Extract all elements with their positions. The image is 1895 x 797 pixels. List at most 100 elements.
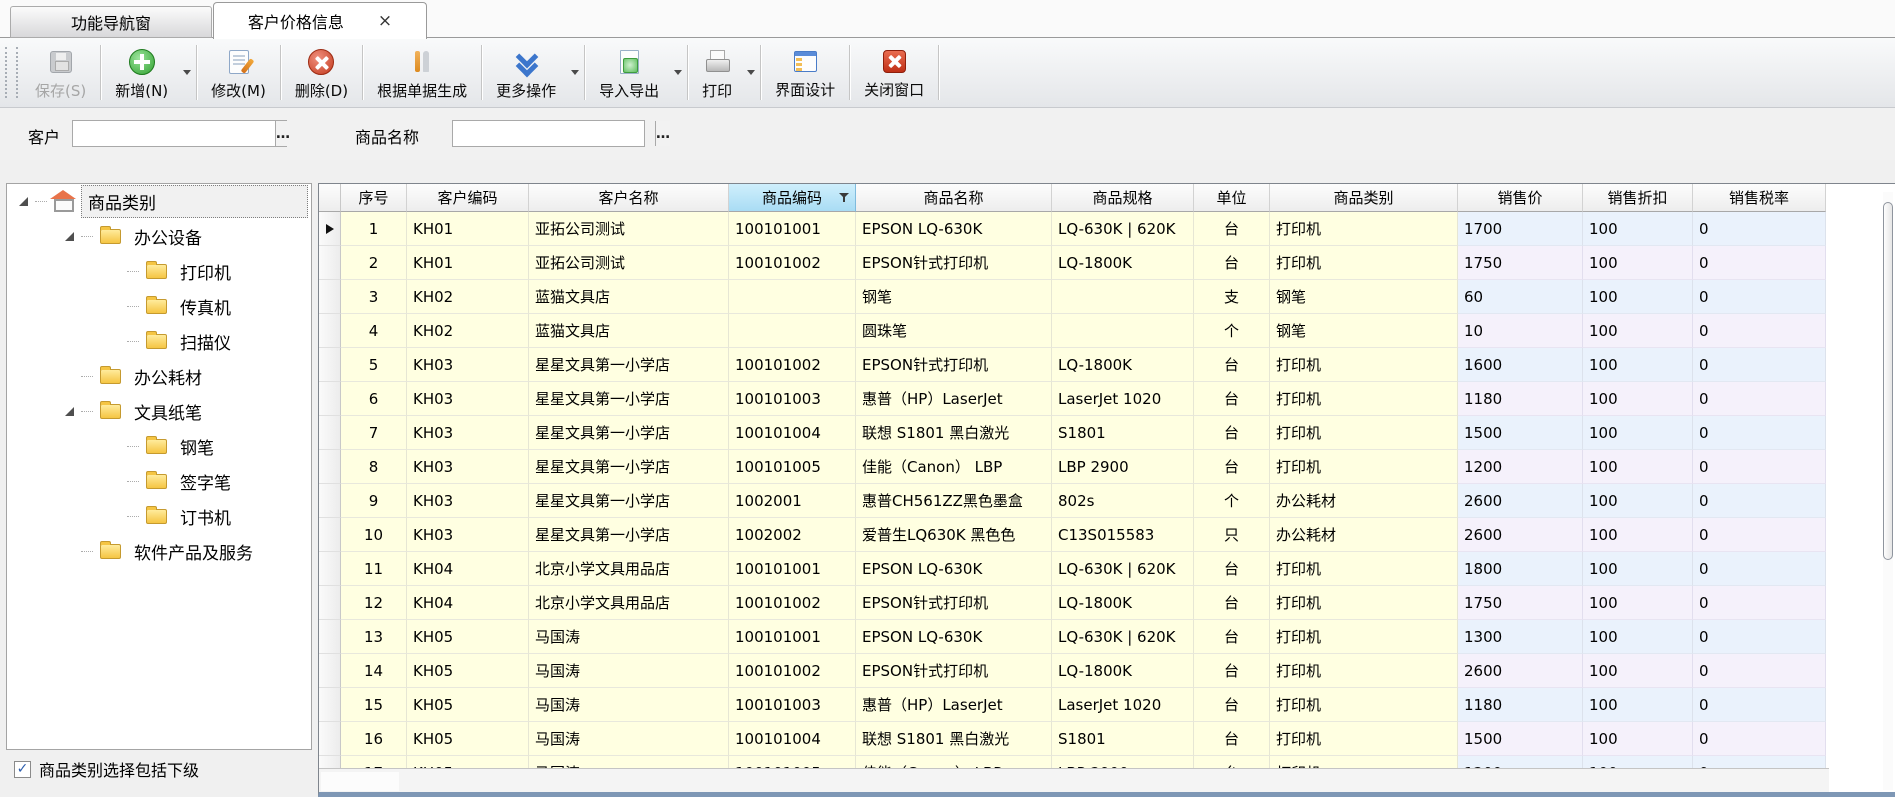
cell-unit[interactable]: 台 xyxy=(1194,212,1270,246)
cell-unit[interactable]: 台 xyxy=(1194,756,1270,768)
column-header-seq[interactable]: 序号 xyxy=(341,184,407,212)
cell-cust_name[interactable]: 北京小学文具用品店 xyxy=(529,552,729,586)
toolbar-button-delete[interactable]: 删除(D) xyxy=(282,41,361,105)
cell-prod_name[interactable]: EPSON LQ-630K xyxy=(856,212,1052,246)
cell-seq[interactable]: 5 xyxy=(341,348,407,382)
product-lookup-button[interactable]: … xyxy=(655,121,670,146)
toolbar-button-add[interactable]: 新增(N) xyxy=(102,41,181,105)
cell-spec[interactable]: LBP 2900 xyxy=(1052,450,1194,484)
cell-price[interactable]: 2600 xyxy=(1458,654,1583,688)
column-header-spec[interactable]: 商品规格 xyxy=(1052,184,1194,212)
cell-unit[interactable]: 台 xyxy=(1194,620,1270,654)
cell-category[interactable]: 钢笔 xyxy=(1270,314,1458,348)
table-row[interactable]: 16KH05马国涛100101004联想 S1801 黑白激光S1801台打印机… xyxy=(319,722,1826,756)
cell-unit[interactable]: 台 xyxy=(1194,722,1270,756)
table-row[interactable]: 4KH02蓝猫文具店圆珠笔个钢笔101000 xyxy=(319,314,1826,348)
cell-category[interactable]: 打印机 xyxy=(1270,586,1458,620)
cell-tax[interactable]: 0 xyxy=(1693,654,1826,688)
cell-tax[interactable]: 0 xyxy=(1693,688,1826,722)
cell-prod_code[interactable]: 1002002 xyxy=(729,518,856,552)
cell-category[interactable]: 打印机 xyxy=(1270,246,1458,280)
cell-cust_name[interactable]: 亚拓公司测试 xyxy=(529,212,729,246)
cell-cust_name[interactable]: 星星文具第一小学店 xyxy=(529,382,729,416)
cell-seq[interactable]: 3 xyxy=(341,280,407,314)
cell-cust_name[interactable]: 星星文具第一小学店 xyxy=(529,450,729,484)
product-name-input[interactable] xyxy=(453,121,655,146)
cell-price[interactable]: 60 xyxy=(1458,280,1583,314)
cell-cust_code[interactable]: KH01 xyxy=(407,212,529,246)
cell-tax[interactable]: 0 xyxy=(1693,586,1826,620)
cell-seq[interactable]: 8 xyxy=(341,450,407,484)
cell-tax[interactable]: 0 xyxy=(1693,416,1826,450)
cell-price[interactable]: 1700 xyxy=(1458,212,1583,246)
cell-prod_code[interactable]: 100101001 xyxy=(729,620,856,654)
cell-seq[interactable]: 10 xyxy=(341,518,407,552)
filter-icon[interactable] xyxy=(839,193,850,203)
cell-cust_code[interactable]: KH05 xyxy=(407,654,529,688)
column-header-prod_name[interactable]: 商品名称 xyxy=(856,184,1052,212)
cell-seq[interactable]: 1 xyxy=(341,212,407,246)
table-row[interactable]: 1KH01亚拓公司测试100101001EPSON LQ-630KLQ-630K… xyxy=(319,212,1826,246)
cell-seq[interactable]: 9 xyxy=(341,484,407,518)
cell-seq[interactable]: 16 xyxy=(341,722,407,756)
cell-prod_name[interactable]: 圆珠笔 xyxy=(856,314,1052,348)
cell-unit[interactable]: 台 xyxy=(1194,246,1270,280)
tree-node-商品类别[interactable]: 商品类别 xyxy=(7,184,311,219)
cell-category[interactable]: 打印机 xyxy=(1270,382,1458,416)
cell-discount[interactable]: 100 xyxy=(1583,416,1693,450)
cell-prod_code[interactable]: 100101002 xyxy=(729,246,856,280)
cell-seq[interactable]: 11 xyxy=(341,552,407,586)
tab-close-icon[interactable]: × xyxy=(378,13,392,30)
cell-tax[interactable]: 0 xyxy=(1693,552,1826,586)
cell-seq[interactable]: 17 xyxy=(341,756,407,768)
cell-prod_name[interactable]: 联想 S1801 黑白激光 xyxy=(856,722,1052,756)
cell-seq[interactable]: 12 xyxy=(341,586,407,620)
cell-prod_name[interactable]: EPSON LQ-630K xyxy=(856,620,1052,654)
toolbar-button-close-window[interactable]: 关闭窗口 xyxy=(851,41,937,104)
tree-node-签字笔[interactable]: 签字笔 xyxy=(7,464,311,499)
cell-discount[interactable]: 100 xyxy=(1583,654,1693,688)
table-row[interactable]: 9KH03星星文具第一小学店1002001惠普CH561ZZ黑色墨盒802s个办… xyxy=(319,484,1826,518)
cell-unit[interactable]: 台 xyxy=(1194,654,1270,688)
cell-cust_name[interactable]: 星星文具第一小学店 xyxy=(529,416,729,450)
cell-cust_code[interactable]: KH03 xyxy=(407,484,529,518)
cell-spec[interactable]: LaserJet 1020 xyxy=(1052,382,1194,416)
cell-spec[interactable]: 802s xyxy=(1052,484,1194,518)
cell-tax[interactable]: 0 xyxy=(1693,314,1826,348)
tab-function-navigator[interactable]: 功能导航窗 xyxy=(10,6,212,38)
cell-prod_name[interactable]: EPSON LQ-630K xyxy=(856,552,1052,586)
cell-price[interactable]: 1750 xyxy=(1458,246,1583,280)
toolbar-button-save[interactable]: 保存(S) xyxy=(22,41,99,105)
tree-node-传真机[interactable]: 传真机 xyxy=(7,289,311,324)
cell-cust_code[interactable]: KH03 xyxy=(407,416,529,450)
cell-discount[interactable]: 100 xyxy=(1583,586,1693,620)
cell-cust_code[interactable]: KH04 xyxy=(407,552,529,586)
cell-unit[interactable]: 台 xyxy=(1194,450,1270,484)
cell-spec[interactable]: S1801 xyxy=(1052,416,1194,450)
cell-prod_code[interactable]: 100101002 xyxy=(729,654,856,688)
cell-discount[interactable]: 100 xyxy=(1583,450,1693,484)
cell-spec[interactable]: LQ-1800K xyxy=(1052,348,1194,382)
cell-category[interactable]: 打印机 xyxy=(1270,722,1458,756)
cell-seq[interactable]: 7 xyxy=(341,416,407,450)
tree-node-文具纸笔[interactable]: 文具纸笔 xyxy=(7,394,311,429)
cell-tax[interactable]: 0 xyxy=(1693,382,1826,416)
toolbar-button-more-actions[interactable]: 更多操作 xyxy=(483,41,569,105)
expand-toggle-icon[interactable] xyxy=(19,197,28,206)
cell-cust_code[interactable]: KH05 xyxy=(407,620,529,654)
cell-cust_code[interactable]: KH05 xyxy=(407,722,529,756)
cell-tax[interactable]: 0 xyxy=(1693,280,1826,314)
cell-prod_name[interactable]: EPSON针式打印机 xyxy=(856,654,1052,688)
cell-spec[interactable]: LQ-630K | 620K xyxy=(1052,620,1194,654)
tab-customer-price-info[interactable]: 客户价格信息 × xyxy=(213,2,427,39)
cell-unit[interactable]: 个 xyxy=(1194,484,1270,518)
cell-prod_name[interactable]: EPSON针式打印机 xyxy=(856,348,1052,382)
cell-unit[interactable]: 台 xyxy=(1194,348,1270,382)
cell-spec[interactable] xyxy=(1052,314,1194,348)
cell-prod_name[interactable]: EPSON针式打印机 xyxy=(856,586,1052,620)
column-header-discount[interactable]: 销售折扣 xyxy=(1583,184,1693,212)
cell-discount[interactable]: 100 xyxy=(1583,212,1693,246)
cell-prod_name[interactable]: 钢笔 xyxy=(856,280,1052,314)
cell-spec[interactable]: S1801 xyxy=(1052,722,1194,756)
cell-price[interactable]: 1600 xyxy=(1458,348,1583,382)
